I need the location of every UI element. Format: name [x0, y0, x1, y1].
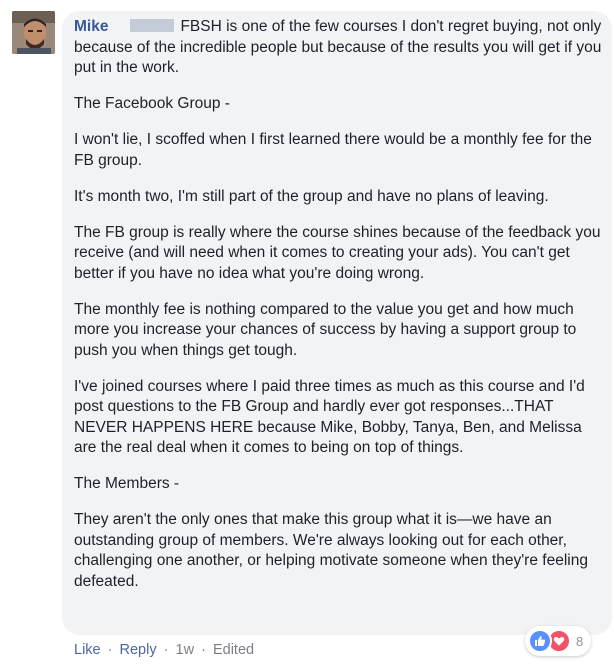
comment-paragraph: The Facebook Group - — [74, 95, 230, 112]
reply-link[interactable]: Reply — [120, 642, 157, 658]
separator: · — [107, 642, 113, 658]
comment-paragraph: The FB group is really where the course … — [74, 223, 601, 282]
like-link[interactable]: Like — [74, 642, 101, 658]
redacted-tag — [130, 19, 175, 32]
comment-paragraph: I've joined courses where I paid three t… — [74, 377, 585, 457]
separator: · — [163, 642, 169, 658]
comment-paragraph: I won't lie, I scoffed when I first lear… — [74, 131, 592, 169]
comment-paragraph: Mike FBSH is one of the few courses I don… — [74, 17, 606, 79]
comment-paragraph: They aren't the only ones that make this… — [74, 511, 588, 590]
comment-actions: Like · Reply · 1w · Edited — [74, 642, 254, 658]
comment-body: Mike FBSH is one of the few courses I don… — [74, 17, 606, 608]
separator: · — [201, 642, 206, 658]
comment-paragraph: The monthly fee is nothing compared to t… — [74, 300, 577, 359]
comment-paragraph: It's month two, I'm still part of the gr… — [74, 187, 549, 205]
timestamp[interactable]: 1w — [176, 642, 195, 658]
like-icon — [528, 629, 552, 653]
author-name[interactable]: Mike — [74, 18, 108, 35]
edited-label[interactable]: Edited — [213, 642, 254, 658]
reaction-summary[interactable]: 8 — [525, 626, 592, 656]
comment-paragraph: The Members - — [74, 475, 180, 492]
profile-photo — [12, 11, 55, 54]
reaction-count: 8 — [576, 633, 584, 649]
avatar[interactable] — [12, 11, 55, 54]
